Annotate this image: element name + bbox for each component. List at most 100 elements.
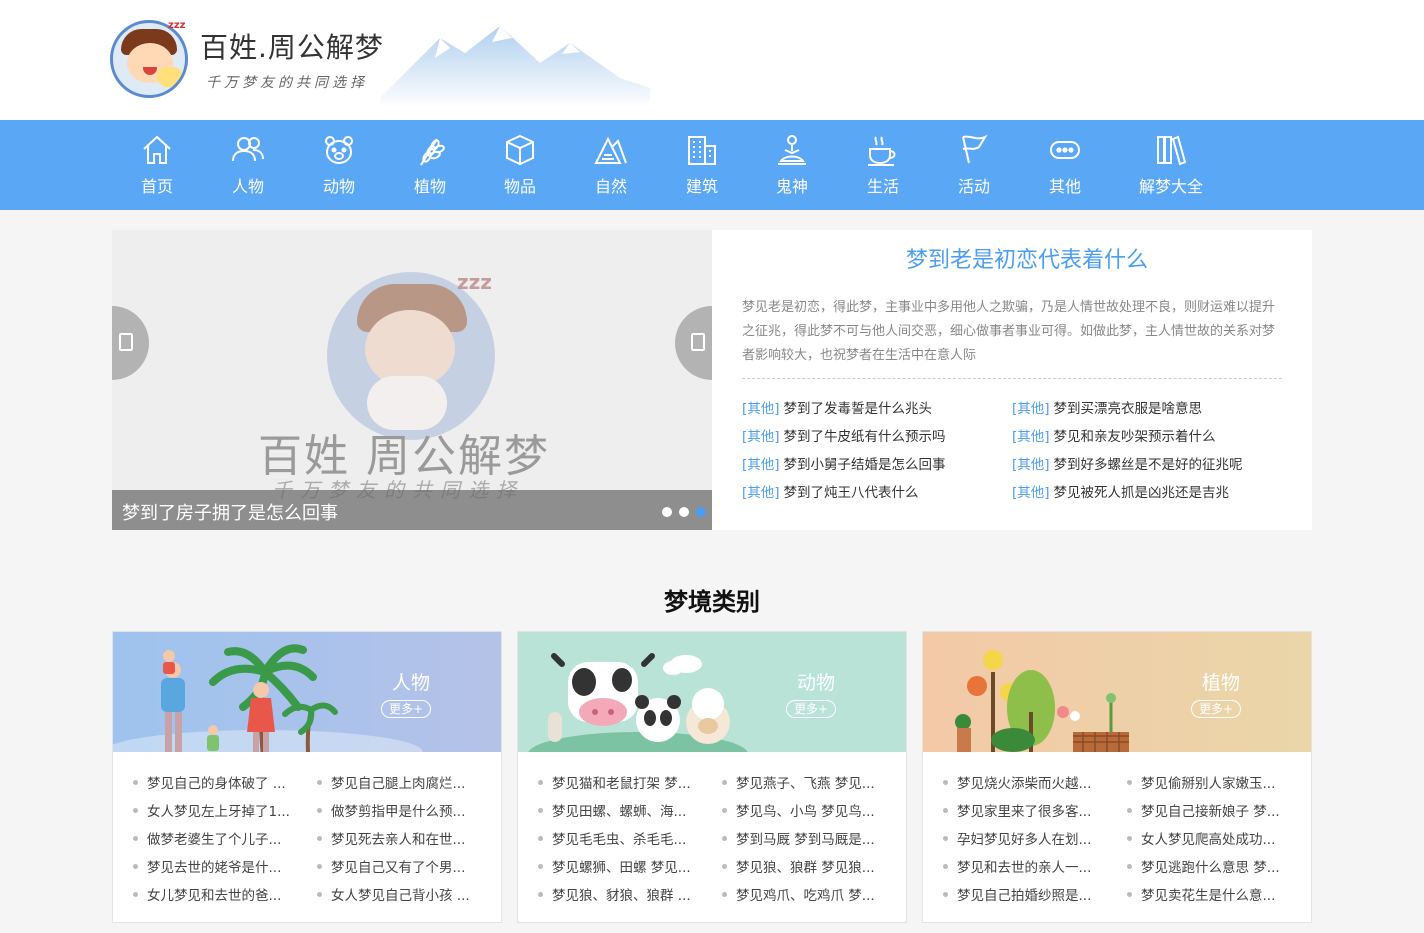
site-slogan: 千万梦友的共同选择: [206, 75, 368, 91]
logo-zzz-icon: zzz: [168, 20, 186, 31]
list-item[interactable]: 梦见偷掰别人家嫩玉...: [1127, 772, 1297, 792]
link-tag[interactable]: [其他]: [1012, 401, 1050, 417]
link-text[interactable]: 梦到小舅子结婚是怎么回事: [784, 457, 946, 473]
list-item[interactable]: 梦见毛毛虫、杀毛毛...: [538, 828, 708, 848]
nav-item-architecture[interactable]: 建筑: [682, 120, 722, 210]
list-item[interactable]: 梦见狼、狼群 梦见狼...: [722, 856, 892, 876]
hero-slider[interactable]: zzz 百姓 周公解梦 千万梦友的共同选择 梦到了房子拥了是怎么回事: [112, 230, 712, 530]
category-name[interactable]: 植物: [1181, 668, 1261, 695]
nav-item-home[interactable]: 首页: [137, 120, 177, 210]
list-item[interactable]: 梦见自己腿上肉腐烂...: [317, 772, 487, 792]
featured-description: 梦见老是初恋，得此梦，主事业中多用他人之欺骗，乃是人情世故处理不良，则财运难以提…: [742, 300, 1276, 363]
featured-link[interactable]: [其他] 梦见和亲友吵架预示着什么: [1012, 425, 1216, 445]
list-item[interactable]: 梦见逃跑什么意思 梦...: [1127, 856, 1297, 876]
list-item[interactable]: 女人梦见左上牙掉了1...: [133, 800, 303, 820]
link-tag[interactable]: [其他]: [742, 429, 780, 445]
list-item[interactable]: 梦见死去亲人和在世...: [317, 828, 487, 848]
list-item[interactable]: 梦见自己接新娘子 梦...: [1127, 800, 1297, 820]
featured-link[interactable]: [其他] 梦见被死人抓是凶兆还是吉兆: [1012, 481, 1229, 501]
nav-item-activities[interactable]: 活动: [954, 120, 994, 210]
featured-link[interactable]: [其他] 梦到了发毒誓是什么兆头: [742, 397, 932, 417]
featured-link[interactable]: [其他] 梦到买漂亮衣服是啥意思: [1012, 397, 1202, 417]
link-tag[interactable]: [其他]: [1012, 485, 1050, 501]
featured-title[interactable]: 梦到老是初恋代表着什么: [712, 242, 1342, 274]
category-card-animals: 动物 更多+ 梦见猫和老鼠打架 梦... 梦见燕子、飞燕 梦见... 梦见田螺、…: [517, 631, 907, 923]
more-button[interactable]: 更多+: [381, 700, 431, 718]
link-text[interactable]: 梦到了发毒誓是什么兆头: [784, 401, 933, 417]
nav-item-people[interactable]: 人物: [228, 120, 268, 210]
link-tag[interactable]: [其他]: [742, 457, 780, 473]
list-item[interactable]: 梦见鸡爪、吃鸡爪 梦...: [722, 884, 892, 904]
site-logo[interactable]: zzz 百姓.周公解梦 千万梦友的共同选择: [110, 18, 650, 108]
list-item[interactable]: 梦见自己拍婚纱照是...: [943, 884, 1113, 904]
featured-link[interactable]: [其他] 梦到了牛皮纸有什么预示吗: [742, 425, 946, 445]
slide-caption[interactable]: 梦到了房子拥了是怎么回事: [122, 499, 338, 525]
list-item[interactable]: 梦见鸟、小鸟 梦见鸟...: [722, 800, 892, 820]
category-card-people: 人物 更多+ 梦见自己的身体破了 ... 梦见自己腿上肉腐烂... 女人梦见左上…: [112, 631, 502, 923]
nav-item-nature[interactable]: 自然: [591, 120, 631, 210]
nav-item-dream-dictionary[interactable]: 解梦大全: [1136, 120, 1206, 210]
list-item[interactable]: 梦见烧火添柴而火越...: [943, 772, 1113, 792]
list-item[interactable]: 梦见自己的身体破了 ...: [133, 772, 303, 792]
nav-item-gods[interactable]: 鬼神: [772, 120, 812, 210]
link-text[interactable]: 梦见被死人抓是凶兆还是吉兆: [1054, 485, 1230, 501]
category-banner[interactable]: 植物 更多+: [923, 632, 1311, 752]
list-item[interactable]: 梦见猫和老鼠打架 梦...: [538, 772, 708, 792]
list-item[interactable]: 女儿梦见和去世的爸...: [133, 884, 303, 904]
list-item[interactable]: 做梦剪指甲是什么预...: [317, 800, 487, 820]
slider-next-button[interactable]: [675, 306, 712, 380]
list-item[interactable]: 孕妇梦见好多人在划...: [943, 828, 1113, 848]
list-item[interactable]: 梦见狼、豺狼、狼群 ...: [538, 884, 708, 904]
nav-item-animals[interactable]: 动物: [319, 120, 359, 210]
link-tag[interactable]: [其他]: [742, 485, 780, 501]
more-button[interactable]: 更多+: [1191, 700, 1241, 718]
link-tag[interactable]: [其他]: [1012, 429, 1050, 445]
nav-item-label: 首页: [140, 177, 173, 196]
list-item[interactable]: 做梦老婆生了个儿子...: [133, 828, 303, 848]
more-button[interactable]: 更多+: [786, 700, 836, 718]
mountain-icon: [594, 136, 627, 164]
nav-item-label: 活动: [957, 177, 990, 196]
list-item[interactable]: 梦见卖花生是什么意...: [1127, 884, 1297, 904]
nav-item-life[interactable]: 生活: [863, 120, 903, 210]
featured-link[interactable]: [其他] 梦到小舅子结婚是怎么回事: [742, 453, 946, 473]
category-name[interactable]: 人物: [371, 668, 451, 695]
list-item[interactable]: 梦见自己又有了个男...: [317, 856, 487, 876]
list-item[interactable]: 梦见田螺、螺蛳、海...: [538, 800, 708, 820]
link-text[interactable]: 梦到了牛皮纸有什么预示吗: [784, 429, 946, 445]
chat-icon: [1050, 141, 1080, 159]
link-tag[interactable]: [其他]: [742, 401, 780, 417]
category-name[interactable]: 动物: [776, 668, 856, 695]
list-item[interactable]: 梦见燕子、飞燕 梦见...: [722, 772, 892, 792]
list-item[interactable]: 梦见去世的姥爷是什...: [133, 856, 303, 876]
featured-link[interactable]: [其他] 梦到了炖王八代表什么: [742, 481, 919, 501]
slider-prev-button[interactable]: [112, 306, 149, 380]
list-item[interactable]: 梦见和去世的亲人一...: [943, 856, 1113, 876]
nav-item-label: 人物: [231, 177, 264, 196]
slide-caption-bar[interactable]: 梦到了房子拥了是怎么回事: [112, 490, 712, 530]
link-tag[interactable]: [其他]: [1012, 457, 1050, 473]
nav-item-plants[interactable]: 植物: [410, 120, 450, 210]
slider-dot-1[interactable]: [662, 507, 672, 517]
nav-item-label: 物品: [503, 177, 536, 196]
nav-item-objects[interactable]: 物品: [500, 120, 540, 210]
link-text[interactable]: 梦到了炖王八代表什么: [784, 485, 919, 501]
link-text[interactable]: 梦到好多螺丝是不是好的征兆呢: [1054, 457, 1243, 473]
list-item[interactable]: 女人梦见爬高处成功...: [1127, 828, 1297, 848]
list-item[interactable]: 梦见家里来了很多客...: [943, 800, 1113, 820]
nav-item-label: 建筑: [685, 177, 718, 196]
slider-dot-3[interactable]: [696, 507, 706, 517]
link-text[interactable]: 梦到买漂亮衣服是啥意思: [1054, 401, 1203, 417]
list-item[interactable]: 梦见螺狮、田螺 梦见...: [538, 856, 708, 876]
category-banner[interactable]: 动物 更多+: [518, 632, 906, 752]
featured-link[interactable]: [其他] 梦到好多螺丝是不是好的征兆呢: [1012, 453, 1243, 473]
category-banner[interactable]: 人物 更多+: [113, 632, 501, 752]
logo-mascot: [110, 20, 188, 98]
list-item[interactable]: 梦到马厩 梦到马厩是...: [722, 828, 892, 848]
slider-dot-2[interactable]: [679, 507, 689, 517]
list-item[interactable]: 女人梦见自己背小孩 ...: [317, 884, 487, 904]
nav-item-label: 其他: [1048, 177, 1081, 196]
nav-item-label: 鬼神: [775, 177, 808, 196]
nav-item-other[interactable]: 其他: [1045, 120, 1085, 210]
link-text[interactable]: 梦见和亲友吵架预示着什么: [1054, 429, 1216, 445]
